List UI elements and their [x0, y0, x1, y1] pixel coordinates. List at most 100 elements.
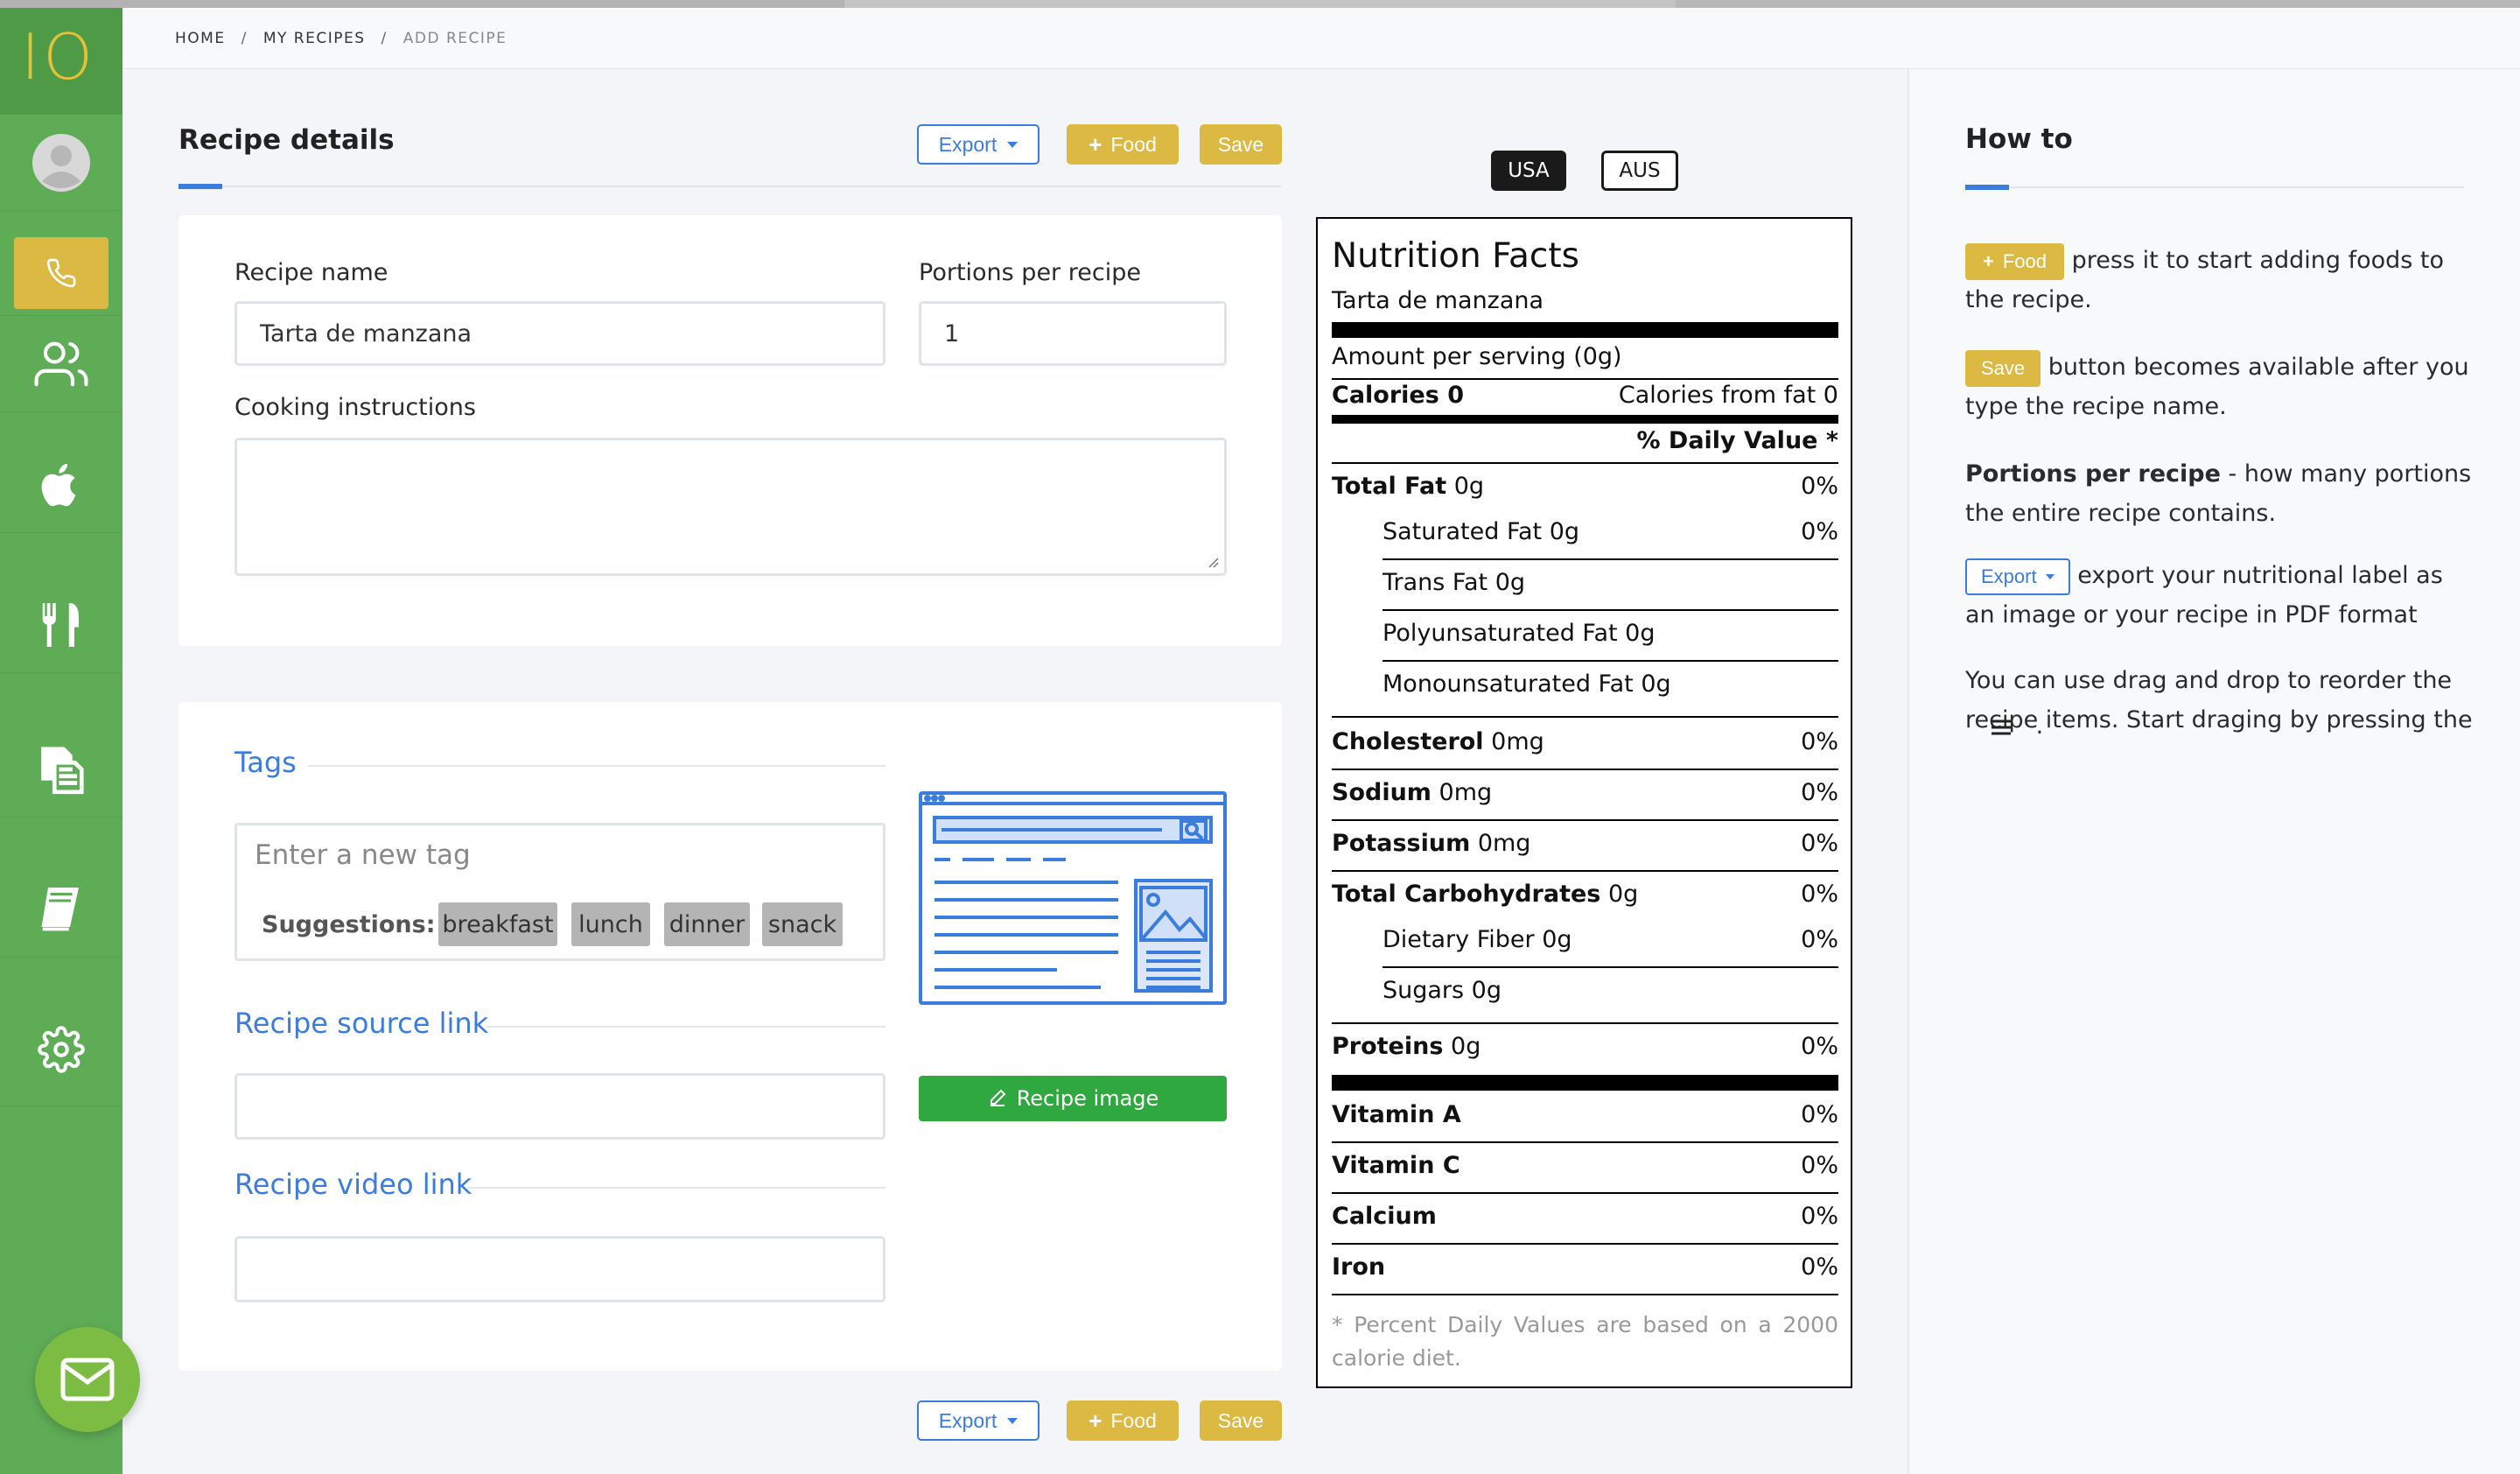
howto-export-button: Export — [1965, 558, 2070, 595]
recipe-name-input[interactable]: Tarta de manzana — [234, 301, 886, 366]
recipe-name-value: Tarta de manzana — [260, 319, 472, 347]
proteins-pct: 0% — [1801, 1033, 1838, 1060]
tag-suggestion-breakfast[interactable]: breakfast — [438, 902, 557, 946]
poly-fat-label: Polyunsaturated Fat 0g — [1382, 620, 1656, 647]
portions-label: Portions per recipe — [919, 259, 1141, 286]
apple-icon — [41, 463, 76, 506]
section-title-recipe-details: Recipe details — [178, 124, 395, 156]
nf-divider — [1332, 462, 1838, 464]
drag-handle-icon — [1992, 719, 2011, 734]
poly-fat-row: Polyunsaturated Fat 0g — [1382, 620, 1838, 647]
recipe-image-label: Recipe image — [1016, 1086, 1159, 1111]
region-usa-button[interactable]: USA — [1491, 151, 1566, 191]
iron-row: Iron 0% — [1332, 1253, 1838, 1281]
recipe-video-input[interactable] — [234, 1236, 886, 1302]
nf-medium-bar — [1332, 415, 1838, 424]
recipe-source-heading: Recipe source link — [234, 1007, 489, 1040]
top-strip-segment — [0, 0, 844, 8]
region-aus-button[interactable]: AUS — [1601, 151, 1678, 191]
howto-portions-bold: Portions per recipe — [1965, 460, 2221, 488]
carbs-label: Total Carbohydrates — [1332, 881, 1601, 908]
vitamin-c-pct: 0% — [1801, 1152, 1838, 1179]
recipe-source-input[interactable] — [234, 1073, 886, 1140]
nf-divider — [1332, 1192, 1838, 1194]
nf-divider — [1332, 819, 1838, 821]
sidebar-item-documents[interactable] — [0, 721, 122, 818]
export-label: Export — [938, 1408, 998, 1432]
vitamin-a-label: Vitamin A — [1332, 1101, 1461, 1128]
nf-divider — [1382, 558, 1838, 560]
tag-input[interactable]: Enter a new tag Suggestions: breakfast l… — [234, 823, 886, 961]
howto-food-tip: + Food press it to start adding foods to … — [1965, 241, 2473, 319]
nf-divider — [1332, 716, 1838, 718]
tag-suggestion-lunch[interactable]: lunch — [571, 902, 650, 946]
cooking-instructions-textarea[interactable] — [234, 438, 1227, 576]
total-fat-row: Total Fat 0g 0% — [1332, 473, 1838, 500]
carbs-pct: 0% — [1801, 881, 1838, 908]
howto-export-button-label: Export — [1981, 565, 2037, 587]
sidebar-item-book[interactable] — [0, 861, 122, 958]
gear-icon — [38, 1025, 85, 1073]
sugars-label: Sugars 0g — [1382, 977, 1502, 1004]
nutrition-facts-title: Nutrition Facts — [1332, 236, 1579, 276]
proteins-row: Proteins 0g 0% — [1332, 1033, 1838, 1060]
howto-panel: How to + Food press it to start adding fo… — [1908, 69, 2520, 1474]
heading-line — [486, 1026, 886, 1028]
nf-divider — [1382, 609, 1838, 611]
tag-suggestion-snack[interactable]: snack — [762, 902, 843, 946]
plus-icon: + — [1983, 250, 1994, 272]
recipe-image-button[interactable]: Recipe image — [919, 1076, 1227, 1121]
nf-divider — [1332, 1294, 1838, 1295]
plus-icon: + — [1088, 130, 1102, 158]
total-fat-value: 0g — [1453, 473, 1485, 500]
howto-food-button: + Food — [1965, 242, 2065, 280]
vitamin-a-pct: 0% — [1801, 1101, 1838, 1128]
howto-portions-tip: Portions per recipe - how many portions … — [1965, 454, 2473, 533]
recipe-name-label: Recipe name — [234, 259, 388, 286]
sidebar-item-foods[interactable] — [0, 437, 122, 533]
sidebar-item-profile[interactable] — [0, 115, 122, 211]
tag-suggestion-dinner[interactable]: dinner — [664, 902, 750, 946]
iron-pct: 0% — [1801, 1253, 1838, 1281]
saturated-fat-row: Saturated Fat 0g 0% — [1382, 518, 1838, 545]
vitamin-c-row: Vitamin C 0% — [1332, 1152, 1838, 1179]
logo[interactable]: IO — [0, 8, 122, 115]
add-food-button-bottom[interactable]: + Food — [1067, 1400, 1179, 1441]
howto-title: How to — [1965, 123, 2073, 155]
calories-row: Calories 0 Calories from fat 0 — [1332, 382, 1838, 409]
recipe-image-placeholder-illustration — [919, 791, 1227, 1005]
resize-grip-icon[interactable] — [1207, 556, 1219, 568]
nf-divider — [1332, 1243, 1838, 1245]
sidebar-item-users[interactable] — [0, 316, 122, 412]
tag-input-placeholder: Enter a new tag — [255, 839, 471, 871]
sidebar-item-phone[interactable] — [14, 237, 108, 309]
book-icon — [41, 887, 79, 930]
export-button-top[interactable]: Export — [917, 124, 1040, 165]
breadcrumb-my-recipes[interactable]: MY RECIPES — [263, 30, 366, 47]
sidebar-item-recipes[interactable] — [0, 577, 122, 673]
chevron-down-icon — [1007, 1417, 1018, 1424]
add-food-button-top[interactable]: + Food — [1067, 124, 1179, 165]
nf-divider — [1332, 378, 1838, 380]
total-fat-label: Total Fat — [1332, 473, 1447, 500]
save-button-top[interactable]: Save — [1200, 124, 1282, 165]
recipe-details-card: Recipe name Tarta de manzana Portions pe… — [178, 215, 1282, 646]
recipe-video-heading: Recipe video link — [234, 1168, 472, 1201]
trans-fat-label: Trans Fat 0g — [1382, 569, 1526, 596]
export-button-bottom[interactable]: Export — [917, 1400, 1040, 1441]
top-strip-segment — [1676, 0, 2520, 8]
portions-input[interactable]: 1 — [919, 301, 1227, 366]
sidebar-item-settings[interactable] — [0, 993, 122, 1106]
nf-divider — [1382, 660, 1838, 662]
trans-fat-row: Trans Fat 0g — [1382, 569, 1838, 596]
mail-button[interactable] — [35, 1327, 140, 1432]
nf-thick-bar — [1332, 322, 1838, 338]
cholesterol-label: Cholesterol — [1332, 728, 1484, 755]
breadcrumb-home[interactable]: HOME — [175, 30, 226, 47]
save-button-bottom[interactable]: Save — [1200, 1400, 1282, 1441]
proteins-label: Proteins — [1332, 1033, 1444, 1060]
mail-icon — [60, 1358, 115, 1401]
howto-save-text: button becomes available after you type … — [1965, 354, 2469, 420]
title-accent — [178, 184, 222, 189]
potassium-label: Potassium — [1332, 830, 1471, 857]
